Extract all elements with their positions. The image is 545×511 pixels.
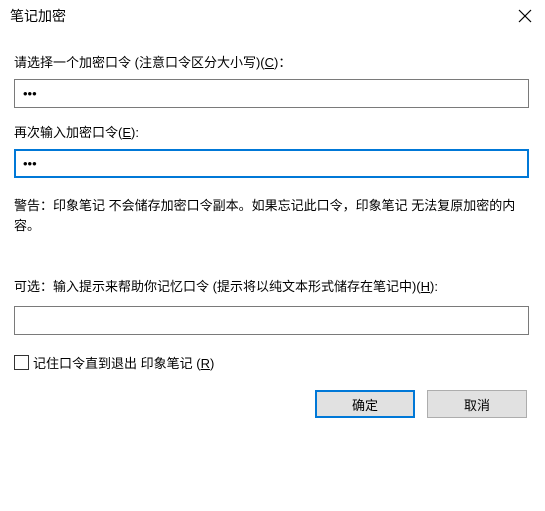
- remember-checkbox[interactable]: [14, 355, 29, 370]
- ok-button[interactable]: 确定: [315, 390, 415, 418]
- warning-text: 警告：印象笔记 不会储存加密口令副本。如果忘记此口令，印象笔记 无法复原加密的内…: [14, 196, 529, 236]
- close-icon: [518, 9, 532, 23]
- password-label: 请选择一个加密口令 (注意口令区分大小写)(C)：: [14, 52, 529, 71]
- title-bar: 笔记加密: [0, 0, 545, 36]
- confirm-password-input[interactable]: [14, 149, 529, 178]
- password-input[interactable]: [14, 79, 529, 108]
- close-button[interactable]: [515, 6, 535, 26]
- hint-label: 可选：输入提示来帮助你记忆口令 (提示将以纯文本形式储存在笔记中)(H):: [14, 276, 529, 298]
- confirm-label: 再次输入加密口令(E):: [14, 122, 529, 141]
- dialog-title: 笔记加密: [10, 6, 66, 26]
- cancel-button[interactable]: 取消: [427, 390, 527, 418]
- remember-label: 记住口令直到退出 印象笔记 (R): [33, 353, 214, 372]
- hint-input[interactable]: [14, 306, 529, 335]
